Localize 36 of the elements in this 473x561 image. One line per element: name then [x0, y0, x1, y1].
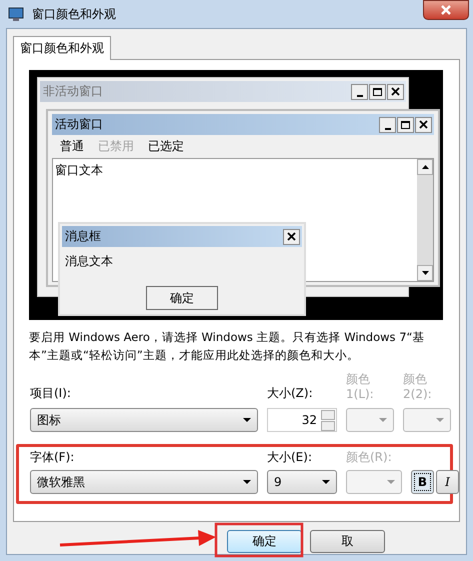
close-icon: [415, 116, 432, 132]
field-label: 字体(F):: [30, 449, 76, 466]
menu-item: 已禁用: [98, 138, 134, 155]
maximize-icon: [397, 116, 414, 132]
field-label: 颜色(R):: [346, 449, 393, 466]
notice-text: 要启用 Windows Aero，请选择 Windows 主题。只有选择 Windows 7“基本”主题或“轻松访问”主题，才能应用此处选择的颜色和大小。: [29, 329, 426, 364]
window-title: 活动窗口: [55, 116, 103, 133]
size-spinner[interactable]: 32: [267, 408, 337, 432]
down-arrow-icon: [422, 271, 428, 275]
field-label: 颜色 2(2):: [403, 372, 433, 402]
close-button[interactable]: [423, 0, 469, 20]
window-text: 窗口文本: [54, 162, 104, 179]
font-dropdown[interactable]: 微软雅黑: [30, 470, 258, 494]
maximize-icon: [369, 84, 386, 100]
window-title: 消息框: [65, 228, 101, 245]
dialog-button[interactable]: 确定: [227, 530, 302, 553]
bold-button[interactable]: B: [411, 470, 434, 494]
tab[interactable]: 窗口颜色和外观: [13, 36, 111, 60]
close-icon: [283, 228, 300, 244]
close-icon: [387, 84, 404, 100]
minimize-icon: [379, 116, 396, 132]
message-text: 消息文本: [64, 253, 114, 270]
up-arrow-icon: [422, 165, 428, 169]
field-label: 大小(Z):: [267, 385, 314, 402]
window-title: 窗口颜色和外观: [32, 6, 116, 22]
item-dropdown[interactable]: 图标: [30, 408, 258, 432]
field-label: 大小(E):: [267, 449, 313, 466]
close-icon: [440, 4, 452, 16]
field-label: 项目(I):: [30, 385, 72, 402]
font-size-dropdown[interactable]: 9: [267, 470, 337, 494]
field-label: 颜色 1(L):: [346, 372, 375, 402]
minimize-icon: [351, 84, 368, 100]
window-title: 非活动窗口: [43, 83, 103, 100]
dialog-button[interactable]: 取: [310, 530, 385, 553]
italic-button[interactable]: I: [436, 470, 459, 494]
monitor-icon: [8, 6, 24, 22]
